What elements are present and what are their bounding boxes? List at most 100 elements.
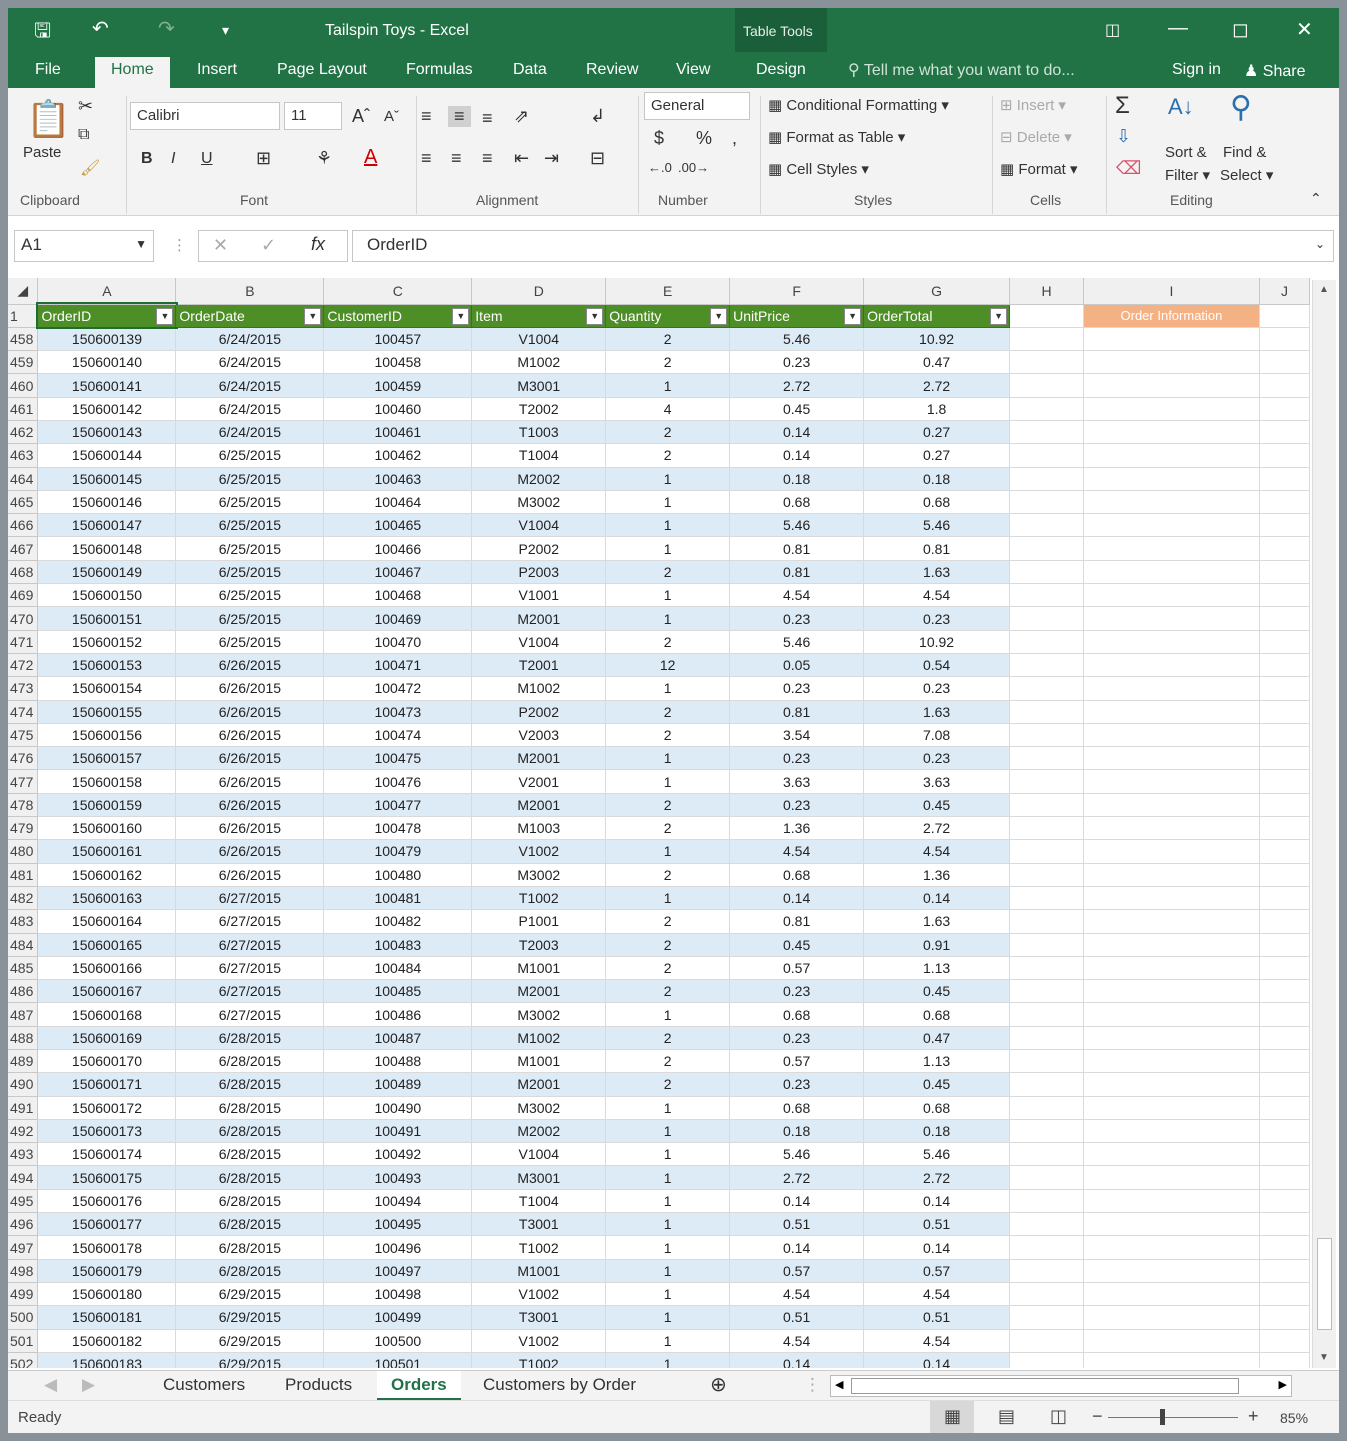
cell[interactable] (1259, 420, 1310, 445)
cell-item[interactable]: M1003 (471, 816, 607, 841)
cell-orderid[interactable]: 150600142 (37, 397, 177, 421)
cell[interactable] (1259, 1049, 1310, 1074)
customize-toolbar-icon[interactable]: ▾ (222, 22, 229, 39)
cell[interactable] (1009, 1329, 1084, 1353)
cell[interactable] (1259, 700, 1310, 724)
cell-unitprice[interactable]: 2.72 (729, 1165, 865, 1190)
cell-customerid[interactable]: 100495 (323, 1212, 473, 1237)
next-sheet-icon[interactable]: ▶ (82, 1375, 95, 1395)
cell-item[interactable]: T1002 (471, 1235, 607, 1260)
cell-orderid[interactable]: 150600182 (37, 1329, 177, 1353)
cell-orderdate[interactable]: 6/26/2015 (175, 863, 325, 887)
cell[interactable] (1083, 536, 1260, 561)
row-header[interactable]: 495 (8, 1189, 39, 1214)
row-header[interactable]: 461 (8, 397, 39, 421)
cell-quantity[interactable]: 1 (605, 676, 731, 701)
cell[interactable] (1009, 1352, 1084, 1368)
cell-orderid[interactable]: 150600154 (37, 676, 177, 701)
filter-dropdown-icon[interactable]: ▼ (710, 307, 728, 325)
prev-sheet-icon[interactable]: ◀ (44, 1375, 57, 1395)
formula-input[interactable]: OrderID ⌄ (352, 230, 1334, 262)
cell-customerid[interactable]: 100466 (323, 536, 473, 561)
cell-orderdate[interactable]: 6/24/2015 (175, 373, 325, 398)
cell-ordertotal[interactable]: 1.63 (863, 700, 1011, 724)
cell-ordertotal[interactable]: 2.72 (863, 816, 1011, 841)
cell-quantity[interactable]: 1 (605, 769, 731, 794)
decrease-decimal-icon[interactable]: .00→ (678, 160, 709, 175)
cell-unitprice[interactable]: 0.57 (729, 1259, 865, 1283)
cell-customerid[interactable]: 100496 (323, 1235, 473, 1260)
cell-orderid[interactable]: 150600170 (37, 1049, 177, 1074)
cell-ordertotal[interactable]: 0.23 (863, 676, 1011, 701)
cell[interactable] (1259, 1119, 1310, 1144)
row-header[interactable]: 476 (8, 746, 39, 771)
cell-quantity[interactable]: 1 (605, 1282, 731, 1307)
cell-customerid[interactable]: 100475 (323, 746, 473, 771)
cell-customerid[interactable]: 100470 (323, 630, 473, 654)
cell[interactable] (1083, 863, 1260, 887)
cell-quantity[interactable]: 1 (605, 373, 731, 398)
cell-ordertotal[interactable]: 0.45 (863, 793, 1011, 818)
normal-view-icon[interactable]: ▦ (944, 1406, 961, 1427)
cell-quantity[interactable]: 2 (605, 327, 731, 352)
cell[interactable] (1009, 536, 1084, 561)
align-center-icon[interactable]: ≡ (451, 148, 462, 169)
cell-quantity[interactable]: 2 (605, 443, 731, 468)
cell-orderid[interactable]: 150600183 (37, 1352, 177, 1368)
tab-split-icon[interactable]: ⋮ (804, 1375, 821, 1395)
cell-quantity[interactable]: 1 (605, 839, 731, 864)
cell-quantity[interactable]: 1 (605, 1119, 731, 1144)
cell-orderid[interactable]: 150600165 (37, 933, 177, 957)
cell-ordertotal[interactable]: 4.54 (863, 839, 1011, 864)
cell-quantity[interactable]: 2 (605, 1072, 731, 1097)
cell[interactable] (1009, 327, 1084, 352)
format-as-table-button[interactable]: ▦ Format as Table ▾ (768, 128, 905, 146)
cell[interactable] (1083, 373, 1260, 398)
cell[interactable] (1259, 583, 1310, 608)
cell-item[interactable]: V2003 (471, 723, 607, 748)
cell-customerid[interactable]: 100471 (323, 653, 473, 678)
cell[interactable] (1259, 1235, 1310, 1260)
cell-item[interactable]: V1004 (471, 513, 607, 538)
cell-ordertotal[interactable]: 0.45 (863, 1072, 1011, 1097)
cell-unitprice[interactable]: 5.46 (729, 1142, 865, 1167)
column-header[interactable]: B (175, 278, 325, 305)
cell[interactable] (1259, 1329, 1310, 1353)
cell-orderdate[interactable]: 6/25/2015 (175, 513, 325, 538)
cell[interactable] (1083, 676, 1260, 701)
filter-dropdown-icon[interactable]: ▼ (304, 307, 322, 325)
cell[interactable] (1083, 490, 1260, 515)
cell-quantity[interactable]: 1 (605, 1305, 731, 1330)
row-header[interactable]: 492 (8, 1119, 39, 1144)
cell-orderid[interactable]: 150600145 (37, 467, 177, 491)
zoom-slider-thumb[interactable] (1160, 1409, 1165, 1425)
copy-icon[interactable]: ⧉ (78, 126, 89, 144)
format-cells-button[interactable]: ▦ Format ▾ (1000, 160, 1078, 178)
cell[interactable] (1259, 630, 1310, 654)
cell[interactable] (1083, 1142, 1260, 1167)
cell-customerid[interactable]: 100457 (323, 327, 473, 352)
cell-item[interactable]: M1001 (471, 956, 607, 981)
cell[interactable] (1083, 513, 1260, 538)
cell-item[interactable]: V1004 (471, 1142, 607, 1167)
cell-quantity[interactable]: 1 (605, 1002, 731, 1027)
row-header[interactable]: 481 (8, 863, 39, 887)
cell-ordertotal[interactable]: 2.72 (863, 373, 1011, 398)
row-header[interactable]: 478 (8, 793, 39, 818)
comma-icon[interactable]: , (732, 128, 737, 149)
cell-unitprice[interactable]: 0.05 (729, 653, 865, 678)
autosum-icon[interactable]: Σ (1115, 92, 1130, 120)
cell[interactable] (1259, 397, 1310, 421)
sort-filter-icon[interactable]: A↓ (1168, 94, 1194, 120)
zoom-level[interactable]: 85% (1280, 1410, 1308, 1426)
cell[interactable] (1259, 746, 1310, 771)
fill-color-icon[interactable]: ⚘ (316, 148, 332, 169)
header-ordertotal[interactable]: OrderTotal ▼ (863, 304, 1011, 328)
cell-customerid[interactable]: 100483 (323, 933, 473, 957)
cell-item[interactable]: T3001 (471, 1305, 607, 1330)
cell-item[interactable]: P2003 (471, 560, 607, 585)
cell-ordertotal[interactable]: 0.68 (863, 1096, 1011, 1120)
cell[interactable] (1009, 1096, 1084, 1120)
cell-customerid[interactable]: 100485 (323, 979, 473, 1004)
cell-ordertotal[interactable]: 0.27 (863, 420, 1011, 445)
